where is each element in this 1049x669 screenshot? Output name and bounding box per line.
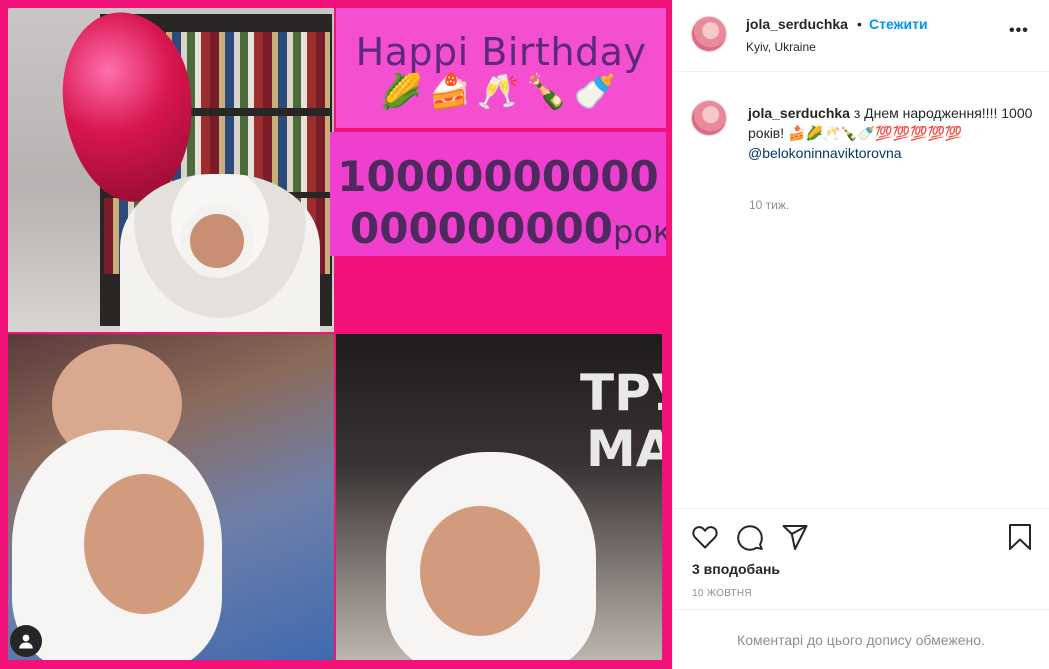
separator-dot: • — [857, 16, 862, 32]
sign-text-line2: МА — [586, 420, 662, 478]
comments-restricted-notice: Коментарі до цього допису обмежено. — [673, 609, 1049, 669]
location-link[interactable]: Kyiv, Ukraine — [746, 40, 816, 54]
age-suffix: років!! — [613, 213, 666, 251]
birthday-banner: Happi Birthday 🌽🍰🥂🍾🍼 — [336, 8, 666, 128]
post-sidebar: jola_serduchka • Стежити Kyiv, Ukraine •… — [672, 0, 1049, 669]
person-face — [180, 204, 254, 278]
like-button[interactable] — [691, 523, 719, 551]
age-number-digits: 000000000 — [350, 204, 614, 253]
caption: jola_serduchka з Днем народження!!!! 100… — [748, 103, 1033, 163]
bookmark-icon — [1009, 524, 1031, 550]
caption-username[interactable]: jola_serduchka — [748, 105, 850, 121]
heart-icon — [692, 526, 718, 549]
person-face — [84, 474, 204, 614]
avatar[interactable] — [691, 16, 727, 52]
person-icon — [19, 634, 33, 649]
birthday-emojis: 🌽🍰🥂🍾🍼 — [380, 73, 622, 111]
save-button[interactable] — [1006, 523, 1034, 551]
caption-timestamp: 10 тиж. — [749, 198, 790, 212]
follow-button[interactable]: Стежити — [869, 16, 928, 32]
age-banner: 10000000000 000000000років!! — [330, 132, 666, 256]
post-image[interactable]: Happi Birthday 🌽🍰🥂🍾🍼 10000000000 0000000… — [0, 0, 672, 669]
person-face — [420, 506, 540, 636]
age-number-line1: 10000000000 — [337, 152, 659, 201]
comment-icon — [737, 525, 763, 551]
mention-link[interactable]: @belokoninnaviktorovna — [748, 143, 1033, 163]
share-icon — [782, 525, 808, 550]
photo-bottom-right: ТРУ МА — [336, 334, 662, 660]
share-button[interactable] — [781, 523, 809, 551]
post-date[interactable]: 10 ЖОВТНЯ — [692, 588, 752, 599]
photo-top-left — [8, 8, 334, 332]
age-number-line2: 000000000років!! — [350, 204, 666, 253]
header-username[interactable]: jola_serduchka — [746, 16, 848, 32]
more-options-button[interactable]: ••• — [1009, 22, 1029, 40]
sign-text-line1: ТРУ — [580, 364, 662, 422]
birthday-headline: Happi Birthday — [355, 30, 647, 74]
post-header: jola_serduchka • Стежити Kyiv, Ukraine •… — [673, 0, 1049, 72]
tagged-users-icon[interactable] — [10, 625, 42, 657]
likes-count[interactable]: 3 вподобань — [692, 561, 780, 577]
caption-avatar[interactable] — [691, 100, 727, 136]
comment-button[interactable] — [736, 523, 764, 551]
action-bar — [673, 508, 1049, 564]
photo-bottom-left — [8, 334, 334, 660]
